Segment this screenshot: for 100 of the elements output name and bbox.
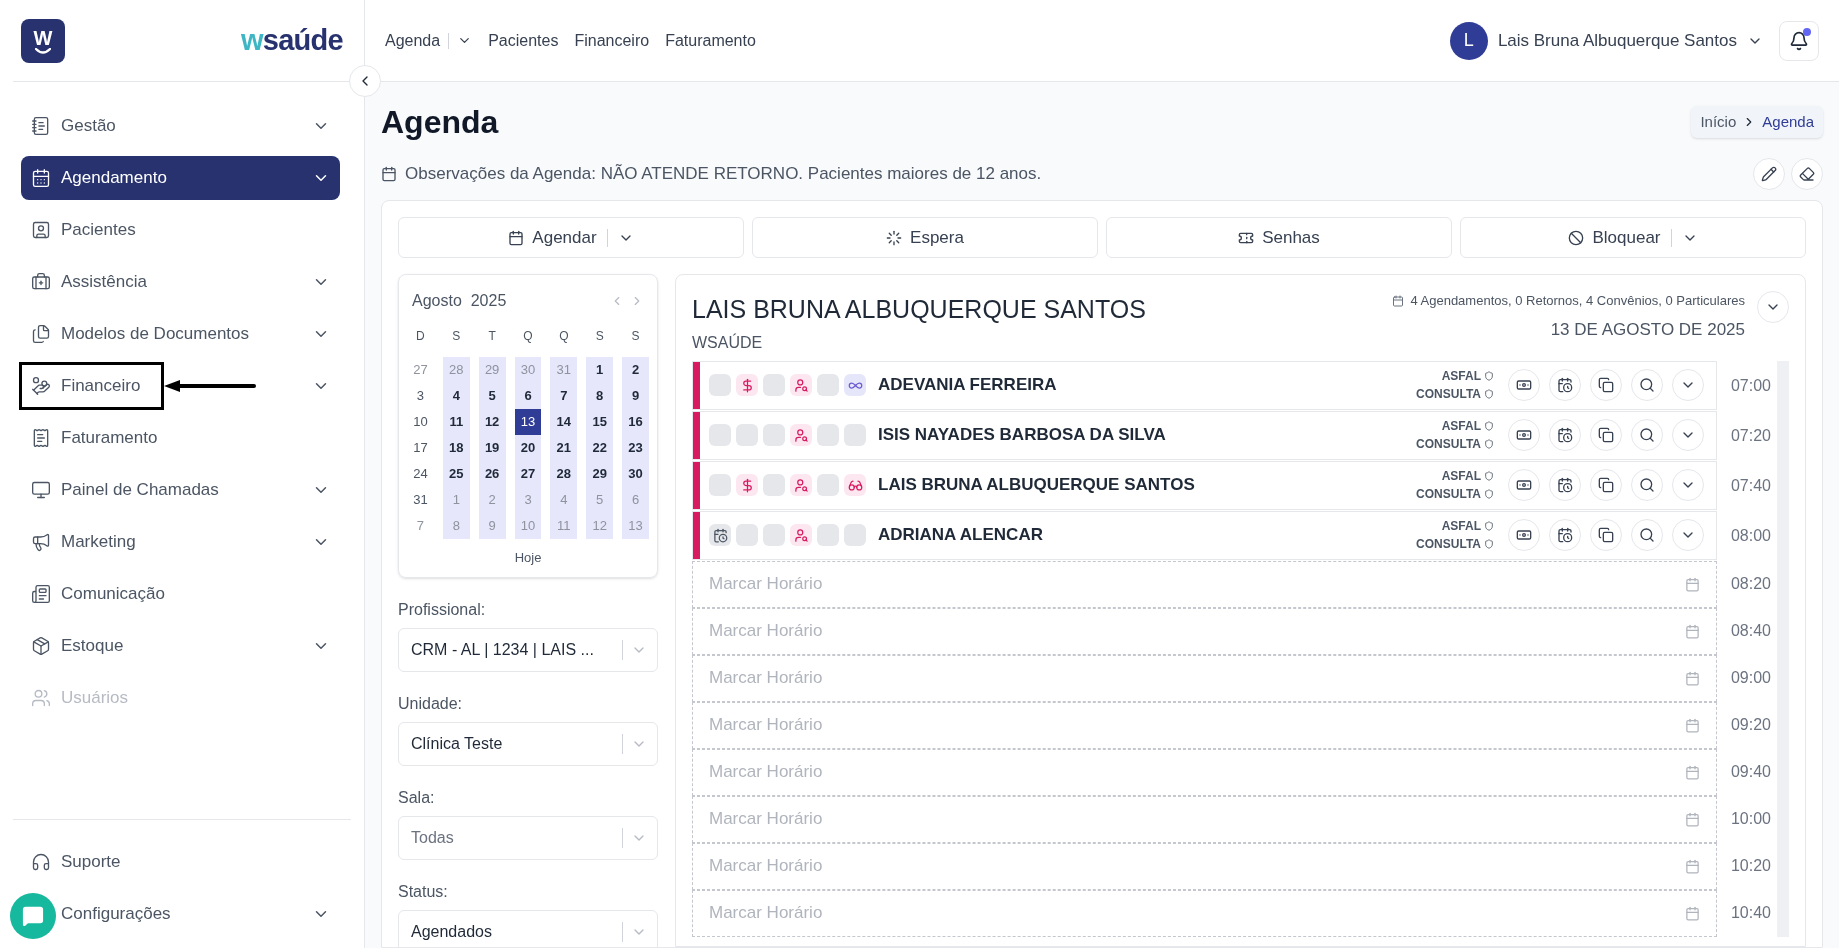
calendar-icon bbox=[1685, 764, 1700, 780]
banknote-button[interactable] bbox=[1508, 519, 1540, 551]
calendar-clock-button[interactable] bbox=[1549, 469, 1581, 501]
documents-icon bbox=[31, 324, 51, 344]
calendar-clock-icon bbox=[1557, 427, 1573, 443]
calendar-day[interactable]: 21 bbox=[550, 435, 578, 461]
appointment-row[interactable]: LAIS BRUNA ALBUQUERQUE SANTOS ASFAL CONSULTA bbox=[692, 460, 1717, 510]
action-button[interactable]: Espera bbox=[752, 217, 1098, 258]
calendar-day[interactable]: 9 bbox=[622, 383, 649, 409]
calendar-day[interactable]: 17 bbox=[407, 435, 434, 461]
calendar-day[interactable]: 8 bbox=[586, 383, 614, 409]
calendar-day[interactable]: 25 bbox=[442, 461, 470, 487]
sidebar-item[interactable]: Financeiro bbox=[21, 364, 340, 408]
sidebar-item[interactable]: Estoque bbox=[21, 624, 340, 668]
insurance-label: ASFAL bbox=[1441, 368, 1481, 385]
copy-button[interactable] bbox=[1590, 419, 1622, 451]
time-label: 07:00 bbox=[1729, 375, 1771, 396]
user-menu[interactable]: L Lais Bruna Albuquerque Santos bbox=[1449, 21, 1763, 60]
calendar-day[interactable]: 13 bbox=[514, 409, 542, 435]
calendar-icon bbox=[1685, 858, 1700, 874]
select-field[interactable]: Clínica Teste bbox=[398, 722, 658, 766]
search-button[interactable] bbox=[1631, 419, 1663, 451]
calendar-day[interactable]: 20 bbox=[514, 435, 542, 461]
sidebar-item[interactable]: Gestão bbox=[21, 104, 340, 148]
sidebar-item[interactable]: Painel de Chamadas bbox=[21, 468, 340, 512]
shield-icon bbox=[1484, 439, 1494, 449]
calendar-icon bbox=[381, 166, 397, 182]
calendar-day[interactable]: 5 bbox=[478, 383, 506, 409]
calendar-clock-button[interactable] bbox=[1549, 369, 1581, 401]
calendar-day[interactable]: 19 bbox=[478, 435, 506, 461]
calendar-day[interactable]: 18 bbox=[442, 435, 470, 461]
action-button[interactable]: Bloquear bbox=[1460, 217, 1806, 258]
appointment-row[interactable]: ADRIANA ALENCAR ASFAL CONSULTA bbox=[692, 510, 1717, 560]
copy-button[interactable] bbox=[1590, 519, 1622, 551]
nav-link[interactable]: Pacientes bbox=[488, 28, 559, 53]
calendar-day[interactable]: 27 bbox=[514, 461, 542, 487]
calendar-day[interactable]: 26 bbox=[478, 461, 506, 487]
professional-name: LAIS BRUNA ALBUQUERQUE SANTOS bbox=[692, 294, 1146, 325]
select-field[interactable]: CRM - AL | 1234 | LAIS ... bbox=[398, 628, 658, 672]
breadcrumb-link[interactable]: Início bbox=[1700, 110, 1737, 134]
edit-button[interactable] bbox=[1753, 158, 1785, 190]
copy-button[interactable] bbox=[1590, 469, 1622, 501]
sidebar-item[interactable]: Suporte bbox=[21, 840, 340, 884]
calendar-day[interactable]: 11 bbox=[442, 409, 470, 435]
sidebar-item[interactable]: Assistência bbox=[21, 260, 340, 304]
agenda-summary: 4 Agendamentos, 0 Retornos, 4 Convênios, 0 Particulares bbox=[1410, 292, 1745, 310]
calendar-clock-button[interactable] bbox=[1549, 519, 1581, 551]
calendar-day[interactable]: 29 bbox=[586, 461, 614, 487]
calendar-day[interactable]: 14 bbox=[550, 409, 578, 435]
notifications-button[interactable] bbox=[1779, 20, 1819, 61]
banknote-button[interactable] bbox=[1508, 369, 1540, 401]
search-button[interactable] bbox=[1631, 369, 1663, 401]
calendar-day[interactable]: 24 bbox=[407, 461, 434, 487]
sidebar-item[interactable]: Agendamento bbox=[21, 156, 340, 200]
copy-button[interactable] bbox=[1590, 369, 1622, 401]
appointment-row[interactable]: ADEVANIA FERREIRA ASFAL CONSULTA bbox=[692, 360, 1717, 410]
calendar-clock-button[interactable] bbox=[1549, 419, 1581, 451]
calendar-day[interactable]: 12 bbox=[478, 409, 506, 435]
nav-link[interactable]: Faturamento bbox=[665, 28, 756, 53]
weekday-label: S bbox=[451, 328, 462, 345]
banknote-button[interactable] bbox=[1508, 469, 1540, 501]
today-button[interactable]: Hoje bbox=[514, 548, 542, 568]
sidebar-item[interactable]: Pacientes bbox=[21, 208, 340, 252]
eraser-button[interactable] bbox=[1791, 158, 1823, 190]
search-button[interactable] bbox=[1631, 519, 1663, 551]
calendar-day[interactable]: 22 bbox=[586, 435, 614, 461]
select-field[interactable]: Agendados bbox=[398, 910, 658, 948]
sidebar-item[interactable]: Modelos de Documentos bbox=[21, 312, 340, 356]
package-icon bbox=[31, 636, 51, 656]
search-button[interactable] bbox=[1631, 469, 1663, 501]
calendar-day[interactable]: 28 bbox=[550, 461, 578, 487]
banknote-button[interactable] bbox=[1508, 419, 1540, 451]
sidebar-item[interactable]: Faturamento bbox=[21, 416, 340, 460]
calendar-day[interactable]: 7 bbox=[550, 383, 578, 409]
calendar-day[interactable]: 10 bbox=[407, 409, 434, 435]
action-button[interactable]: Senhas bbox=[1106, 217, 1452, 258]
select-field[interactable]: Todas bbox=[398, 816, 658, 860]
headphones-icon bbox=[31, 852, 51, 872]
calendar-icon bbox=[1685, 905, 1700, 921]
calendar-day[interactable]: 23 bbox=[622, 435, 649, 461]
calendar-day[interactable]: 1 bbox=[586, 357, 614, 383]
calendar-day[interactable]: 31 bbox=[407, 487, 434, 513]
time-label: 10:20 bbox=[1729, 856, 1771, 876]
calendar-day[interactable]: 3 bbox=[407, 383, 434, 409]
time-label: 07:20 bbox=[1729, 425, 1771, 446]
nav-link[interactable]: Financeiro bbox=[574, 28, 650, 53]
calendar-day[interactable]: 30 bbox=[622, 461, 649, 487]
calendar-day[interactable]: 2 bbox=[622, 357, 649, 383]
sidebar-item[interactable]: Comunicação bbox=[21, 572, 340, 616]
appointment-row[interactable]: ISIS NAYADES BARBOSA DA SILVA ASFAL CONSULTA bbox=[692, 410, 1717, 460]
calendar-day[interactable]: 4 bbox=[442, 383, 470, 409]
calendar-clock-icon bbox=[1557, 527, 1573, 543]
calendar-day[interactable]: 15 bbox=[586, 409, 614, 435]
sidebar-item[interactable]: Configurações bbox=[56, 892, 340, 936]
nav-link[interactable]: Agenda bbox=[385, 28, 473, 53]
calendar-day[interactable]: 16 bbox=[622, 409, 649, 435]
action-button[interactable]: Agendar bbox=[398, 217, 744, 258]
sidebar-item[interactable]: Marketing bbox=[21, 520, 340, 564]
calendar-clock-icon bbox=[1557, 377, 1573, 393]
calendar-day[interactable]: 6 bbox=[514, 383, 542, 409]
